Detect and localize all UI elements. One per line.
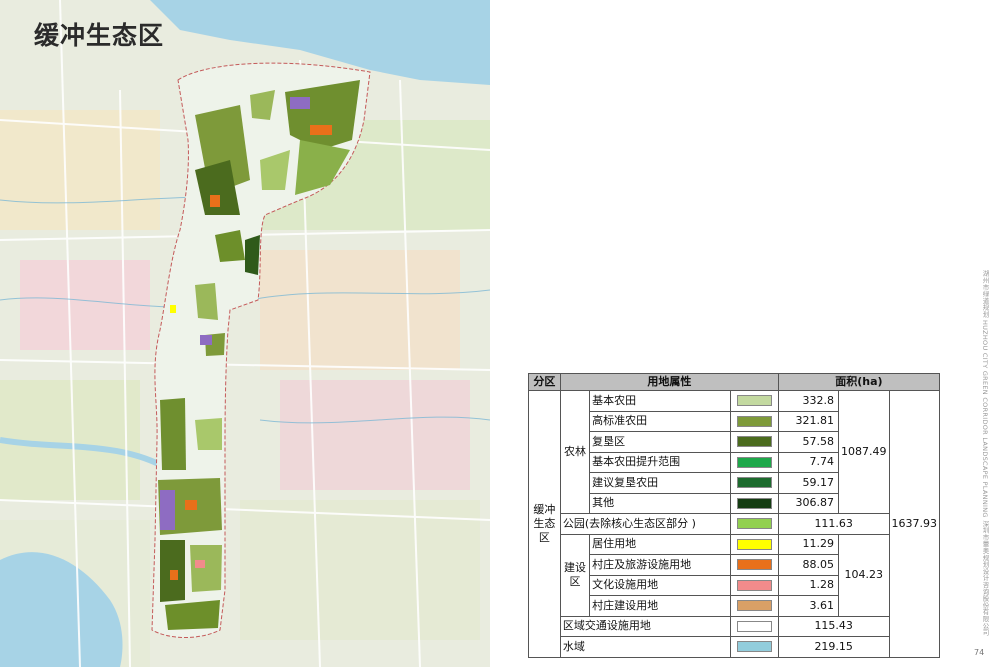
row-value: 3.61 [777,595,839,617]
row-value: 7.74 [777,451,839,473]
zone-total: 1637.93 [888,390,940,658]
category-agri: 农林 [559,390,591,514]
row-value-transport: 115.43 [777,615,890,637]
color-swatch [729,533,779,555]
land-use-table: 分区 用地属性 面积(ha) 缓冲 生态 区 农林 基本农田 332.8 108… [528,373,941,658]
color-swatch [729,472,779,494]
row-name: 其他 [589,492,731,514]
row-name: 村庄建设用地 [589,595,731,617]
row-name: 高标准农田 [589,410,731,432]
table-row: 公园(去除核心生态区部分 ) 111.63 [529,513,940,535]
row-value: 332.8 [777,390,839,412]
land-use-table-wrap: 分区 用地属性 面积(ha) 缓冲 生态 区 农林 基本农田 332.8 108… [528,373,941,658]
subtotal-agri: 1087.49 [837,390,890,514]
table-row: 区域交通设施用地 115.43 [529,615,940,637]
side-caption: 湖州市绿道规划 HUZHOU CITY GREEN CORRIDOR LANDS… [981,270,989,636]
map-panel: 缓冲生态区 [0,0,490,667]
row-value: 1.28 [777,574,839,596]
row-value: 306.87 [777,492,839,514]
row-name-water: 水域 [559,636,731,658]
row-name: 基本农田 [589,390,731,412]
map-title: 缓冲生态区 [34,21,165,50]
color-swatch [729,636,779,658]
row-name: 基本农田提升范围 [589,451,731,473]
color-swatch [729,451,779,473]
color-swatch [729,595,779,617]
header-area: 面积(ha) [777,373,941,391]
color-swatch [729,390,779,412]
row-name-park: 公园(去除核心生态区部分 ) [559,513,731,535]
color-swatch [729,492,779,514]
color-swatch [729,574,779,596]
row-name: 文化设施用地 [589,574,731,596]
header-zone: 分区 [528,373,561,391]
row-name: 复垦区 [589,431,731,453]
color-swatch [729,431,779,453]
color-swatch [729,410,779,432]
row-value: 88.05 [777,554,839,576]
color-swatch [729,615,779,637]
subtotal-construction: 104.23 [837,533,890,617]
row-name: 建议复垦农田 [589,472,731,494]
row-value-water: 219.15 [777,636,890,658]
row-value: 59.17 [777,472,839,494]
row-name: 居住用地 [589,533,731,555]
table-header-row: 分区 用地属性 面积(ha) [528,373,941,391]
table-row: 缓冲 生态 区 农林 基本农田 332.8 1087.49 1637.93 [528,390,940,658]
land-use-map [0,0,490,667]
table-row: 建设 区 居住用地 11.29 104.23 [529,533,940,617]
row-name: 村庄及旅游设施用地 [589,554,731,576]
table-row: 水域 219.15 [529,636,940,658]
category-construction: 建设 区 [559,533,591,617]
row-name-transport: 区域交通设施用地 [559,615,731,637]
header-attribute: 用地属性 [559,373,779,391]
color-swatch [729,554,779,576]
color-swatch [729,513,779,535]
row-value: 11.29 [777,533,839,555]
page-number: 74 [974,648,985,657]
row-value: 57.58 [777,431,839,453]
row-value: 321.81 [777,410,839,432]
zone-label: 缓冲 生态 区 [528,390,561,658]
row-value-park: 111.63 [777,513,890,535]
